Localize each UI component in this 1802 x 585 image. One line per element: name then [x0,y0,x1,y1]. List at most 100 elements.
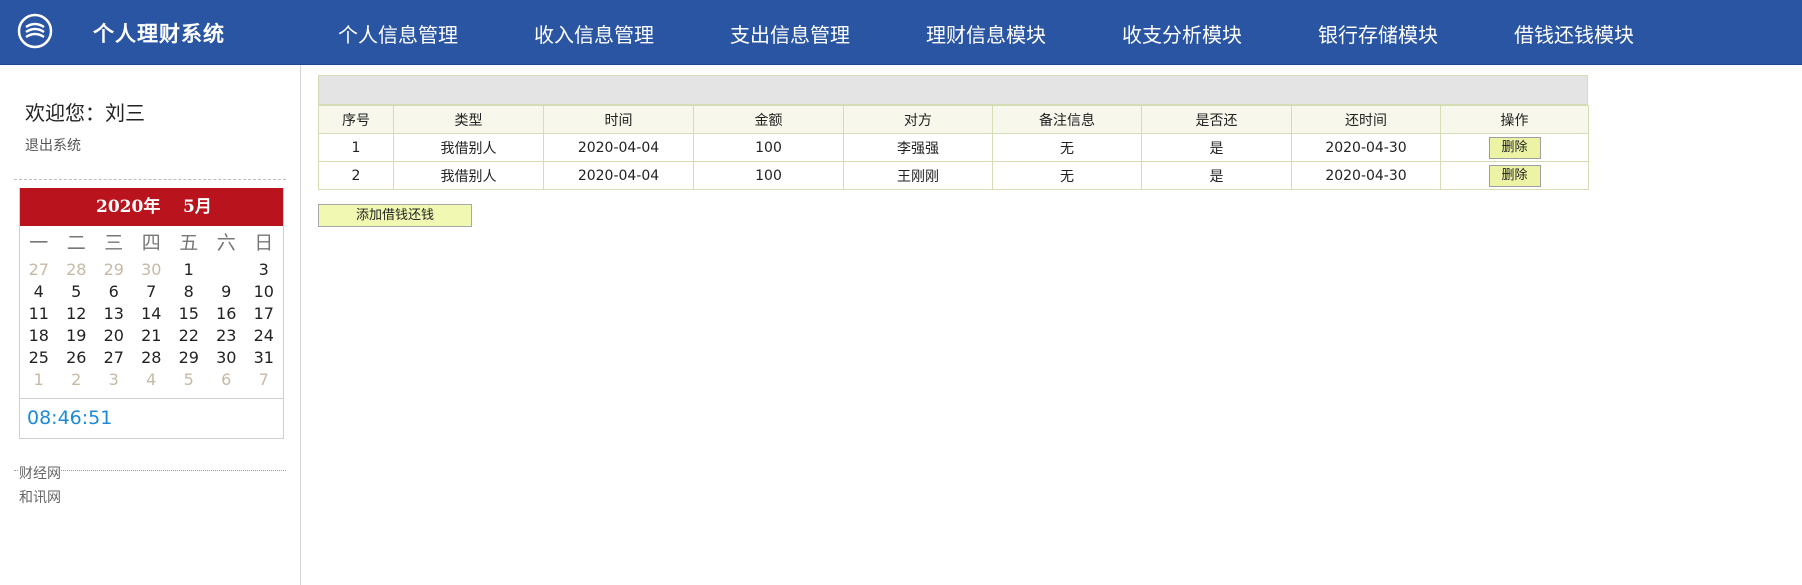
calendar-day[interactable]: 3 [245,260,283,279]
calendar-day[interactable]: 29 [170,348,208,367]
table-cell: 2020-04-30 [1291,133,1441,162]
calendar-day[interactable]: 10 [245,282,283,301]
table-header-row: 序号 类型 时间 金额 对方 备注信息 是否还 还时间 操作 [318,105,1589,134]
calendar-day[interactable]: 1 [20,370,58,389]
column-header: 操作 [1440,105,1589,134]
calendar-day-today[interactable]: 2 [208,254,246,285]
nav-item-3[interactable]: 支出信息管理 [730,19,850,48]
table-cell: 2 [318,161,394,190]
calendar-month: 5月 [183,197,212,217]
add-loan-button[interactable]: 添加借钱还钱 [318,204,472,227]
calendar-day[interactable]: 20 [95,326,133,345]
calendar-day[interactable]: 28 [133,348,171,367]
nav-item-6[interactable]: 银行存储模块 [1318,19,1438,48]
weekday-label: 四 [141,231,161,254]
calendar-day[interactable]: 5 [58,282,96,301]
calendar-year: 2020年 [96,197,161,217]
calendar-day[interactable]: 28 [58,260,96,279]
calendar-day[interactable]: 3 [95,370,133,389]
divider [14,179,286,180]
calendar-header: 2020年 5月 [20,188,283,226]
calendar-day[interactable]: 21 [133,326,171,345]
table-caption-bar [318,75,1588,105]
calendar-day[interactable]: 30 [208,348,246,367]
column-header: 序号 [318,105,394,134]
calendar-day[interactable]: 11 [20,304,58,323]
calendar-day[interactable]: 23 [208,326,246,345]
loan-table: 序号 类型 时间 金额 对方 备注信息 是否还 还时间 操作 1 我借别人 2020-04-04 10… [318,105,1589,190]
calendar-day[interactable]: 12 [58,304,96,323]
action-cell: 删除 [1440,133,1589,162]
nav-item-2[interactable]: 收入信息管理 [534,19,654,48]
calendar-day[interactable]: 18 [20,326,58,345]
table-row: 2 我借别人 2020-04-04 100 王刚刚无是 2020-04-30 删除 [318,161,1589,190]
table-body: 1 我借别人 2020-04-04 100 李强强无是 2020-04-30 删除 2 我借别人… [318,133,1589,190]
calendar-day[interactable]: 7 [133,282,171,301]
calendar-day[interactable]: 4 [133,370,171,389]
nav-item-5[interactable]: 收支分析模块 [1122,19,1242,48]
calendar-day[interactable]: 24 [245,326,283,345]
table-cell: 无 [992,133,1142,162]
calendar-day[interactable]: 9 [208,282,246,301]
logout-link[interactable]: 退出系统 [25,135,81,155]
calendar-day[interactable]: 7 [245,370,283,389]
calendar-day[interactable]: 2 [58,370,96,389]
top-navigation-bar: 个人理财系统 个人信息管理 收入信息管理 支出信息管理 理财信息模块 收支分析模块 银行存… [0,0,1802,65]
table-cell: 100 [693,133,844,162]
column-header: 备注信息 [992,105,1142,134]
calendar-week-row: 18 19 20 21 22 23 24 [20,324,283,346]
calendar-day[interactable]: 22 [170,326,208,345]
delete-button[interactable]: 删除 [1488,164,1541,187]
calendar-day[interactable]: 26 [58,348,96,367]
table-cell: 是 [1141,161,1292,190]
column-header: 时间 [543,105,694,134]
clock-time: 08:46:51 [27,407,113,429]
calendar-day[interactable]: 30 [133,260,171,279]
calendar-day[interactable]: 15 [170,304,208,323]
table-cell: 100 [693,161,844,190]
calendar-week-row: 1234567 [20,368,283,390]
calendar-day[interactable]: 19 [58,326,96,345]
weekday-label: 三 [104,231,124,254]
calendar-day[interactable]: 6 [208,370,246,389]
calendar-day[interactable]: 6 [95,282,133,301]
calendar-day[interactable]: 31 [245,348,283,367]
table-cell: 1 [318,133,394,162]
calendar-day[interactable]: 8 [170,282,208,301]
calendar-week-row: 25 26 27 28 29 30 31 [20,346,283,368]
main-content: 序号 类型 时间 金额 对方 备注信息 是否还 还时间 操作 1 我借别人 2020-04-04 10… [318,75,1589,227]
calendar-day[interactable]: 13 [95,304,133,323]
table-cell: 我借别人 [393,133,544,162]
calendar-day[interactable]: 17 [245,304,283,323]
delete-button[interactable]: 删除 [1488,136,1541,159]
calendar-day[interactable]: 4 [20,282,58,301]
calendar-day[interactable]: 25 [20,348,58,367]
welcome-text: 欢迎您：刘三 [25,101,145,125]
calendar-day[interactable]: 16 [208,304,246,323]
calendar-week-row: 4 5 6 7 8 9 10 [20,280,283,302]
table-cell: 我借别人 [393,161,544,190]
weekday-label: 五 [179,231,199,254]
calendar-day[interactable]: 29 [95,260,133,279]
calendar-day[interactable]: 14 [133,304,171,323]
column-header: 是否还 [1141,105,1292,134]
nav-item-4[interactable]: 理财信息模块 [926,19,1046,48]
weekday-label: 六 [216,231,236,254]
column-header: 对方 [843,105,993,134]
calendar-day[interactable]: 27 [95,348,133,367]
nav-item-1[interactable]: 个人信息管理 [338,19,458,48]
sidebar: 欢迎您：刘三 退出系统 2020年 5月 一二三四五六日 27 28 29 30 1 2 3… [0,65,301,585]
weekday-label: 日 [254,231,274,254]
table-cell: 是 [1141,133,1292,162]
action-cell: 删除 [1440,161,1589,190]
link-hexun[interactable]: 和讯网 [19,487,61,507]
weekday-label: 一 [29,231,49,254]
nav-item-7[interactable]: 借钱还钱模块 [1514,19,1634,48]
calendar-day[interactable]: 27 [20,260,58,279]
calendar-day[interactable]: 1 [170,260,208,279]
app-title: 个人理财系统 [93,22,225,46]
day-number: 2 [221,259,232,279]
link-caijing[interactable]: 财经网 [19,463,61,483]
table-cell: 无 [992,161,1142,190]
calendar-day[interactable]: 5 [170,370,208,389]
